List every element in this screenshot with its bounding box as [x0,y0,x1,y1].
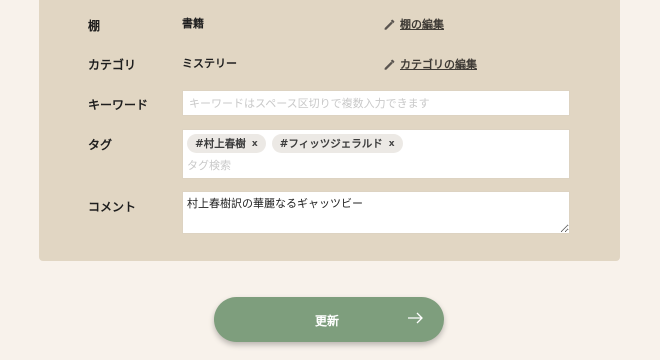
edit-shelf-link[interactable]: 棚の編集 [383,16,444,32]
comment-label: コメント [88,200,137,214]
pencil-icon [384,59,395,70]
tag-text: #村上春樹 [195,138,246,150]
tag-label: タグ [88,138,113,152]
shelf-label: 棚 [88,19,101,33]
comment-field-wrapper: 村上春樹訳の華麗なるギャッツビー [182,191,570,234]
keyword-input[interactable] [183,91,569,115]
keyword-field-wrapper [182,90,570,116]
tag-text: #フィッツジェラルド [279,138,383,150]
tag-field: #村上春樹 x #フィッツジェラルド x [182,129,570,179]
comment-textarea[interactable]: 村上春樹訳の華麗なるギャッツビー [183,192,569,233]
edit-category-label: カテゴリの編集 [400,58,477,71]
arrow-right-icon [408,312,423,324]
category-value: ミステリー [182,57,237,70]
tag-chip: #フィッツジェラルド x [271,134,403,153]
update-button[interactable]: 更新 [214,297,444,342]
tag-chip: #村上春樹 x [187,134,266,153]
remove-tag-button[interactable]: x [252,139,258,149]
tag-list: #村上春樹 x #フィッツジェラルド x [187,134,403,153]
tag-search-input[interactable] [187,159,387,172]
edit-category-link[interactable]: カテゴリの編集 [383,56,477,72]
shelf-value: 書籍 [182,17,204,30]
category-label: カテゴリ [88,58,137,72]
pencil-icon [384,19,395,30]
edit-shelf-label: 棚の編集 [400,18,444,31]
keyword-label: キーワード [88,98,149,112]
remove-tag-button[interactable]: x [389,139,395,149]
